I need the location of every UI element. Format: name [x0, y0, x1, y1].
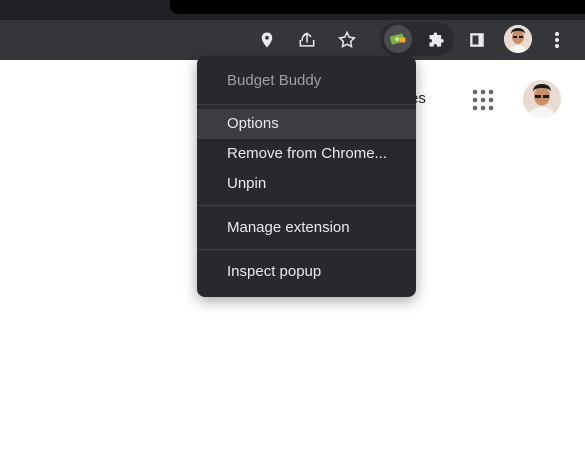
puzzle-extensions-icon[interactable] — [424, 27, 450, 53]
bookmark-star-icon[interactable] — [334, 27, 360, 53]
side-panel-icon[interactable] — [464, 27, 490, 53]
extension-context-menu: Budget Buddy Options Remove from Chrome.… — [197, 56, 416, 297]
menu-item-options[interactable]: Options — [197, 109, 416, 139]
more-vert-icon[interactable] — [544, 27, 570, 53]
menu-item-manage-extension[interactable]: Manage extension — [197, 213, 416, 243]
menu-title: Budget Buddy — [227, 72, 322, 89]
menu-item-remove-from-chrome[interactable]: Remove from Chrome... — [197, 139, 416, 169]
account-avatar[interactable] — [523, 80, 561, 118]
menu-divider — [197, 249, 416, 250]
location-pin-icon[interactable] — [254, 27, 280, 53]
share-icon[interactable] — [294, 27, 320, 53]
budget-buddy-extension-icon[interactable] — [384, 25, 412, 53]
menu-item-inspect-popup[interactable]: Inspect popup — [197, 257, 416, 287]
menu-divider — [197, 104, 416, 105]
apps-grid-icon[interactable] — [472, 89, 494, 111]
menu-divider — [197, 205, 416, 206]
menu-item-unpin[interactable]: Unpin — [197, 169, 416, 199]
tab-area[interactable] — [170, 0, 585, 14]
profile-avatar[interactable] — [504, 25, 532, 53]
browser-toolbar — [0, 20, 585, 60]
